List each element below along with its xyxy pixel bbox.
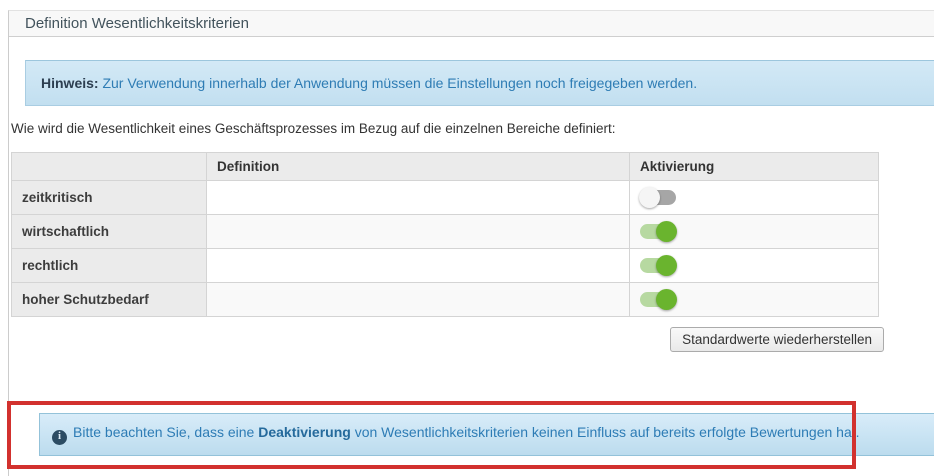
info-banner-text-before: Bitte beachten Sie, dass eine — [73, 424, 258, 440]
toggle-rechtlich[interactable] — [640, 258, 676, 273]
hint-banner: Hinweis: Zur Verwendung innerhalb der An… — [25, 60, 934, 106]
header-aktivierung: Aktivierung — [630, 153, 879, 181]
definition-cell[interactable] — [207, 249, 630, 283]
settings-panel: Definition Wesentlichkeitskriterien Hinw… — [8, 10, 934, 476]
info-banner-bold: Deaktivierung — [258, 424, 351, 440]
table-header-row: Definition Aktivierung — [12, 153, 879, 181]
hint-banner-text: Zur Verwendung innerhalb der Anwendung m… — [99, 75, 698, 91]
header-empty — [12, 153, 207, 181]
info-banner: i Bitte beachten Sie, dass eine Deaktivie… — [39, 413, 934, 456]
toggle-knob — [656, 221, 677, 242]
toggle-knob — [656, 255, 677, 276]
row-label-rechtlich: rechtlich — [12, 249, 207, 283]
row-label-hoher-schutzbedarf: hoher Schutzbedarf — [12, 283, 207, 317]
toggle-knob — [639, 187, 660, 208]
definition-cell[interactable] — [207, 181, 630, 215]
row-label-wirtschaftlich: wirtschaftlich — [12, 215, 207, 249]
toggle-knob — [656, 289, 677, 310]
table-row: wirtschaftlich — [12, 215, 879, 249]
criteria-table: Definition Aktivierung zeitkritisch wirt… — [11, 152, 879, 317]
restore-defaults-button[interactable]: Standardwerte wiederherstellen — [670, 327, 884, 352]
definition-cell[interactable] — [207, 283, 630, 317]
toggle-wirtschaftlich[interactable] — [640, 224, 676, 239]
table-actions: Standardwerte wiederherstellen — [9, 327, 884, 352]
table-row: rechtlich — [12, 249, 879, 283]
definition-cell[interactable] — [207, 215, 630, 249]
row-label-zeitkritisch: zeitkritisch — [12, 181, 207, 215]
toggle-zeitkritisch[interactable] — [640, 190, 676, 205]
header-definition: Definition — [207, 153, 630, 181]
table-row: zeitkritisch — [12, 181, 879, 215]
info-icon: i — [52, 430, 67, 445]
toggle-hoher-schutzbedarf[interactable] — [640, 292, 676, 307]
page-title: Definition Wesentlichkeitskriterien — [9, 11, 934, 37]
hint-banner-label: Hinweis: — [41, 75, 99, 91]
table-row: hoher Schutzbedarf — [12, 283, 879, 317]
intro-text: Wie wird die Wesentlichkeit eines Geschä… — [11, 121, 934, 136]
info-banner-text-after: von Wesentlichkeitskriterien keinen Einf… — [351, 424, 860, 440]
